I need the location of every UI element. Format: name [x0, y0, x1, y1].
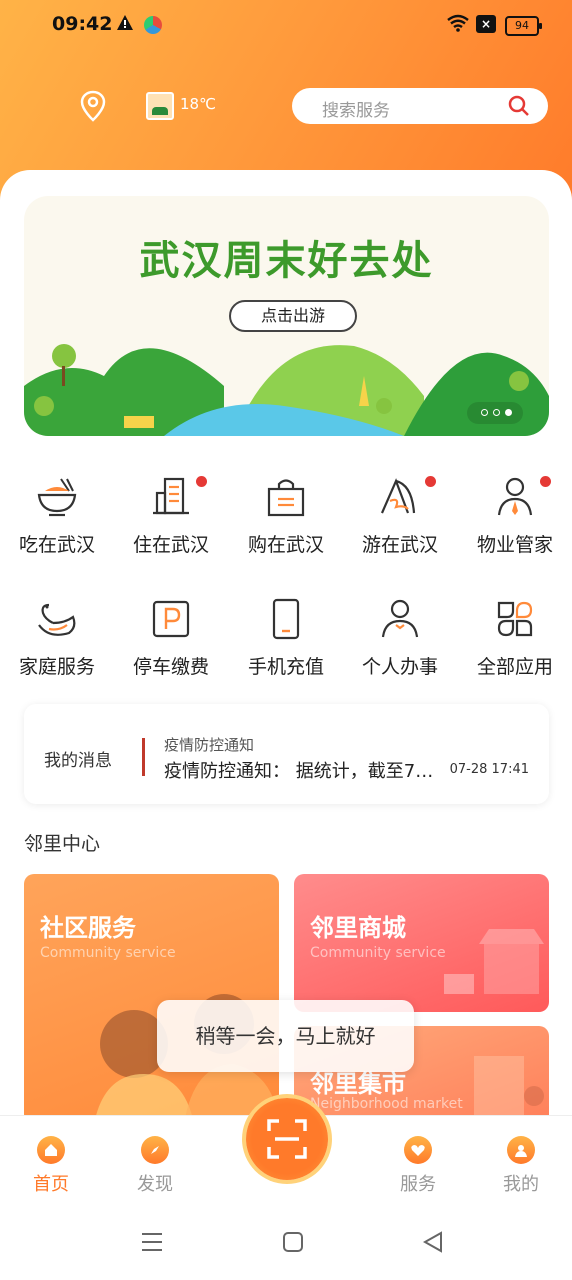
grid-item-travel[interactable]: 游在武汉 [343, 472, 457, 557]
carousel-dot[interactable] [481, 409, 488, 416]
butler-icon [497, 477, 533, 516]
grid-item-all-apps[interactable]: 全部应用 [458, 594, 572, 679]
grid-item-eat[interactable]: 吃在武汉 [0, 472, 114, 557]
grid-item-label: 家庭服务 [18, 656, 95, 678]
grid-item-personal[interactable]: 个人办事 [343, 594, 457, 679]
grid-item-label: 吃在武汉 [18, 534, 95, 556]
carousel-dot[interactable] [493, 409, 500, 416]
grid-item-property[interactable]: 物业管家 [458, 472, 572, 557]
tab-label: 发现 [137, 1174, 173, 1195]
grid-item-label: 游在武汉 [361, 534, 438, 556]
tab-home[interactable]: 首页 [16, 1136, 86, 1196]
building-icon [153, 477, 189, 515]
mountain-icon [380, 478, 416, 514]
divider [142, 738, 145, 776]
search-icon[interactable] [508, 95, 530, 117]
family-illustration [94, 994, 279, 1124]
tab-label: 首页 [33, 1174, 69, 1195]
message-time: 07-28 17:41 [449, 762, 529, 777]
message-body: 疫情防控通知： 据统计，截至7月28日 [164, 761, 434, 782]
grid-item-family[interactable]: 家庭服务 [0, 594, 114, 679]
grid-item-shop[interactable]: 购在武汉 [229, 472, 343, 557]
search-placeholder: 搜索服务 [322, 101, 390, 121]
swan-icon [38, 603, 76, 636]
location-icon[interactable] [80, 90, 106, 122]
badge-dot [425, 476, 436, 487]
store-illustration [444, 929, 544, 994]
home-icon [37, 1136, 65, 1164]
grid-item-parking[interactable]: 停车缴费 [114, 594, 228, 679]
app-notification-icon [144, 16, 162, 34]
carousel-indicator [467, 402, 523, 424]
back-icon[interactable] [422, 1231, 444, 1253]
message-card[interactable]: 我的消息 疫情防控通知 疫情防控通知： 据统计，截至7月28日 07-28 17… [24, 704, 549, 804]
parking-icon [152, 600, 190, 638]
menu-icon[interactable] [140, 1231, 164, 1253]
card-neighbor-mall[interactable]: 邻里商城 Community service [294, 874, 549, 1012]
loading-toast: 稍等一会，马上就好 [157, 1000, 414, 1072]
apps-icon [497, 601, 533, 637]
status-bar: 09:42 × 94 [0, 0, 572, 52]
tab-label: 我的 [503, 1174, 539, 1195]
section-title: 邻里中心 [24, 833, 101, 855]
temperature: 18℃ [180, 95, 216, 113]
tab-service[interactable]: 服务 [383, 1136, 453, 1196]
banner-carousel[interactable]: 武汉周末好去处 点击出游 [24, 196, 549, 436]
grid-item-label: 物业管家 [476, 534, 553, 556]
card-community-service[interactable]: 社区服务 Community service [24, 874, 279, 1124]
message-label: 我的消息 [44, 751, 112, 771]
tab-mine[interactable]: 我的 [486, 1136, 556, 1196]
status-time: 09:42 [52, 13, 113, 35]
grid-item-label: 购在武汉 [247, 534, 324, 556]
scan-icon [267, 1119, 307, 1159]
user-icon [507, 1136, 535, 1164]
phone-icon [272, 598, 300, 640]
badge-dot [540, 476, 551, 487]
grid-item-phone[interactable]: 手机充值 [229, 594, 343, 679]
message-subtitle: 疫情防控通知 [164, 736, 255, 754]
person-icon [381, 599, 419, 638]
heart-icon [404, 1136, 432, 1164]
tab-discover[interactable]: 发现 [120, 1136, 190, 1196]
grid-item-label: 全部应用 [476, 656, 553, 678]
carousel-dot[interactable] [505, 409, 512, 416]
shopping-bag-icon [267, 479, 305, 517]
tab-label: 服务 [400, 1174, 436, 1195]
grid-item-label: 手机充值 [247, 656, 324, 678]
compass-icon [141, 1136, 169, 1164]
grid-item-label: 个人办事 [361, 656, 438, 678]
search-input[interactable]: 搜索服务 [292, 88, 548, 124]
battery-indicator: 94 [505, 16, 542, 36]
grid-item-live[interactable]: 住在武汉 [114, 472, 228, 557]
grid-item-label: 停车缴费 [132, 656, 209, 678]
home-square-icon[interactable] [282, 1231, 304, 1253]
weather-icon [146, 92, 174, 120]
system-navigation-bar [0, 1205, 572, 1280]
bowl-icon [37, 478, 77, 517]
wifi-icon [447, 14, 469, 32]
banner-title: 武汉周末好去处 [139, 238, 434, 284]
scan-button[interactable] [246, 1098, 328, 1180]
badge-dot [196, 476, 207, 487]
close-box-icon: × [476, 15, 496, 33]
warning-icon [117, 15, 133, 30]
grid-item-label: 住在武汉 [132, 534, 209, 556]
